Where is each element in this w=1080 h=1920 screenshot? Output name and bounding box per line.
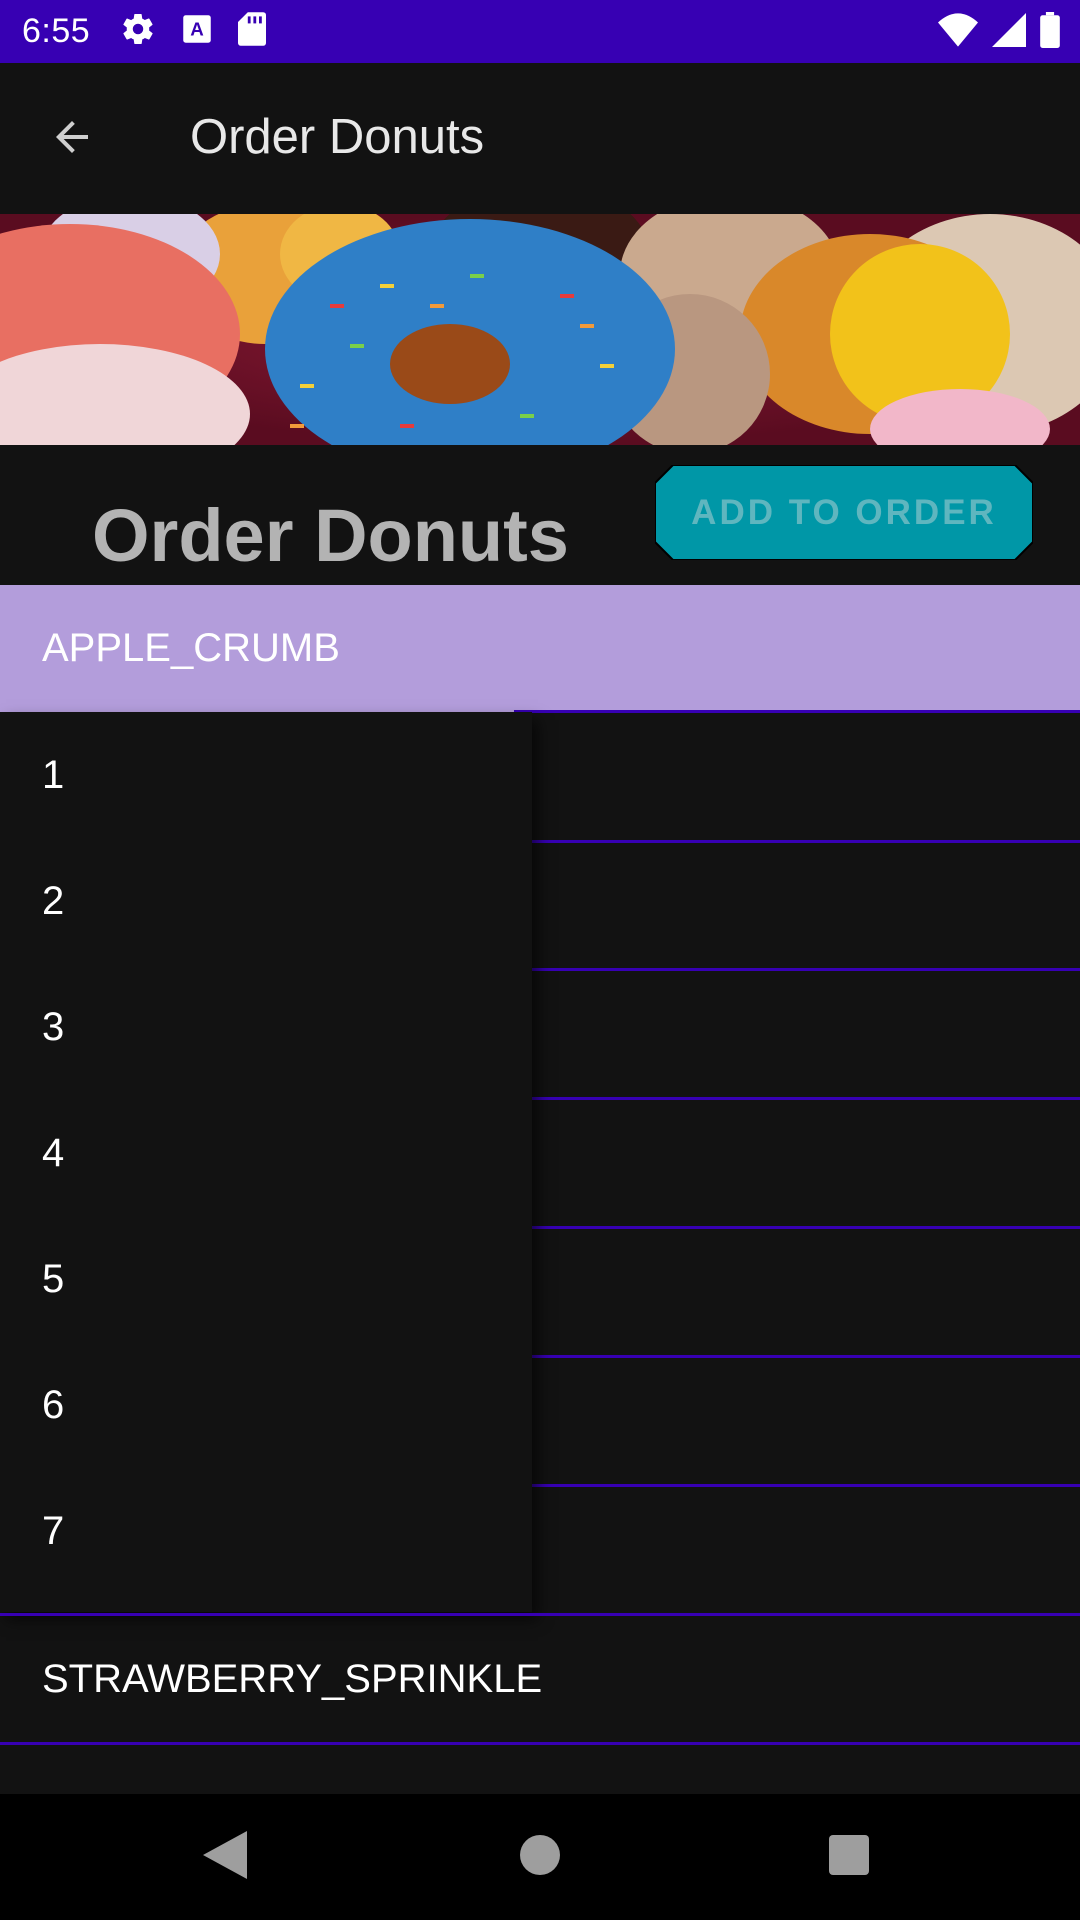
add-to-order-label: ADD TO ORDER bbox=[691, 492, 997, 532]
dropdown-option[interactable]: 6 bbox=[0, 1342, 532, 1468]
dropdown-option[interactable]: 5 bbox=[0, 1216, 532, 1342]
dropdown-option-label: 7 bbox=[42, 1508, 65, 1553]
dropdown-option[interactable]: 1 bbox=[0, 712, 532, 838]
divider bbox=[514, 1484, 1080, 1487]
status-time: 6:55 bbox=[22, 12, 91, 50]
dropdown-option-label: 4 bbox=[42, 1130, 65, 1175]
status-bar: 6:55 A bbox=[0, 0, 1080, 63]
add-to-order-button[interactable]: ADD TO ORDER bbox=[655, 465, 1033, 560]
spinner-underline bbox=[514, 710, 1080, 713]
order-header: Order Donuts ADD TO ORDER bbox=[0, 445, 1080, 585]
dropdown-option[interactable]: 7 bbox=[0, 1468, 532, 1594]
sd-card-icon bbox=[238, 12, 267, 51]
nav-home-button[interactable] bbox=[507, 1824, 573, 1890]
dropdown-option-label: 6 bbox=[42, 1382, 65, 1427]
donut-type-spinner[interactable]: APPLE_CRUMB bbox=[0, 585, 1080, 712]
dropdown-option-label: 1 bbox=[42, 752, 65, 797]
divider bbox=[514, 840, 1080, 843]
dropdown-option[interactable]: 4 bbox=[0, 1090, 532, 1216]
a-icon: A bbox=[182, 14, 212, 49]
donut-banner-image bbox=[0, 214, 1080, 445]
svg-text:A: A bbox=[190, 18, 204, 39]
nav-back-button[interactable] bbox=[192, 1824, 258, 1890]
divider bbox=[514, 968, 1080, 971]
back-triangle-icon bbox=[203, 1830, 247, 1884]
status-icons-right bbox=[938, 12, 1060, 53]
divider bbox=[514, 1097, 1080, 1100]
app-bar-title: Order Donuts bbox=[190, 110, 485, 164]
quantity-dropdown-list: 1 2 3 4 5 6 7 bbox=[0, 712, 532, 1612]
dropdown-option-label: 2 bbox=[42, 878, 65, 923]
second-donut-spinner[interactable]: STRAWBERRY_SPRINKLE bbox=[0, 1616, 1080, 1742]
divider bbox=[0, 1742, 1080, 1745]
signal-icon bbox=[992, 12, 1026, 53]
divider bbox=[514, 1226, 1080, 1229]
dropdown-option-label: 3 bbox=[42, 1004, 65, 1049]
battery-icon bbox=[1040, 12, 1060, 53]
nav-recents-button[interactable] bbox=[816, 1824, 882, 1890]
spinner-selected-value: STRAWBERRY_SPRINKLE bbox=[42, 1656, 543, 1701]
home-circle-icon bbox=[520, 1834, 560, 1880]
spinner-selected-value: APPLE_CRUMB bbox=[42, 626, 340, 670]
dropdown-option-label: 5 bbox=[42, 1256, 65, 1301]
system-nav-bar bbox=[0, 1794, 1080, 1920]
divider bbox=[514, 1355, 1080, 1358]
app-bar: Order Donuts bbox=[0, 63, 1080, 214]
back-button[interactable] bbox=[42, 111, 102, 167]
dropdown-option[interactable]: 3 bbox=[0, 964, 532, 1090]
wifi-icon bbox=[938, 12, 978, 53]
arrow-back-icon bbox=[48, 113, 96, 166]
dropdown-option[interactable]: 2 bbox=[0, 838, 532, 964]
recents-square-icon bbox=[829, 1834, 869, 1880]
settings-icon bbox=[120, 11, 156, 52]
status-icons-left: A bbox=[120, 11, 267, 52]
page-title: Order Donuts bbox=[92, 494, 569, 577]
